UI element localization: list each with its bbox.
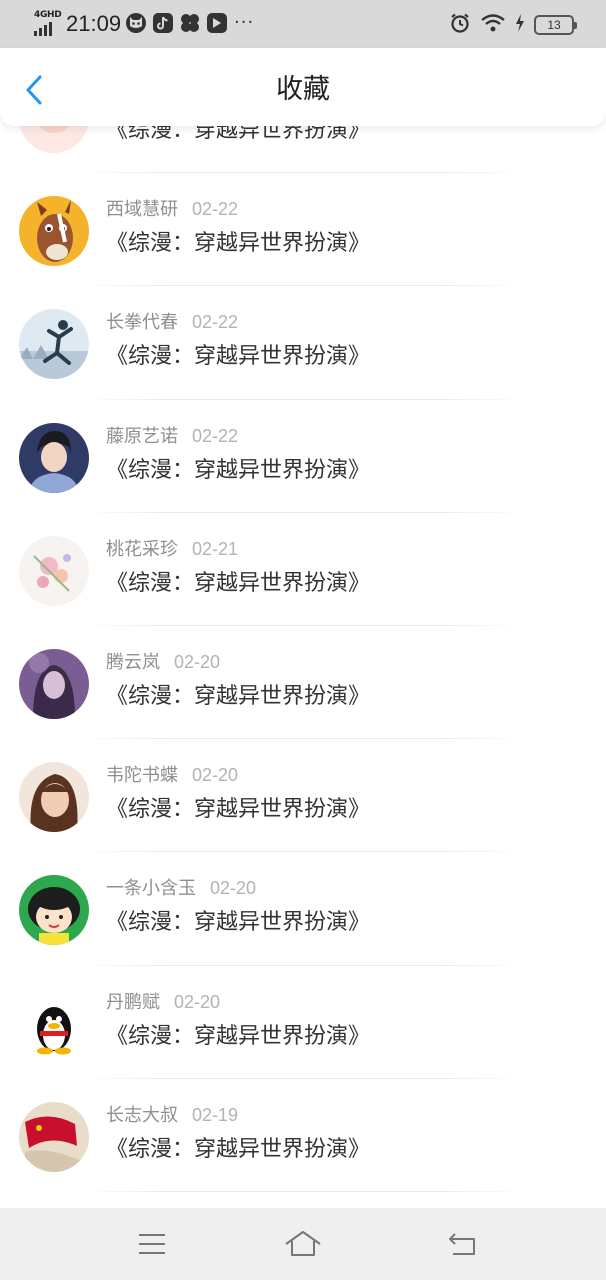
- username[interactable]: 腾云岚: [106, 652, 160, 673]
- battery-level: 13: [547, 18, 561, 32]
- system-nav-bar: [0, 1208, 606, 1280]
- avatar[interactable]: [19, 648, 89, 719]
- item-meta: 韦陀书蝶 02-20: [106, 763, 238, 788]
- list-item[interactable]: 韦陀书蝶 02-20 《综漫：穿越异世界扮演》: [0, 739, 606, 853]
- username[interactable]: 长拳代春: [106, 312, 178, 333]
- date: 02-20: [210, 878, 257, 899]
- pinwheel-icon: [180, 13, 200, 33]
- back-nav-icon: [449, 1233, 475, 1255]
- date: 02-20: [174, 651, 221, 672]
- book-title[interactable]: 《综漫：穿越异世界扮演》: [106, 1134, 370, 1166]
- favorites-list-content: 《综漫：穿越异世界扮演》 西域慧研 02-22 《综漫：穿越异世界扮演》 长拳代春 02-…: [0, 126, 606, 1192]
- signal-icon: 4GHD: [34, 10, 62, 36]
- wifi-icon: [480, 13, 506, 37]
- username[interactable]: 丹鹏赋: [106, 992, 160, 1013]
- clock: 21:09: [66, 11, 122, 36]
- book-title[interactable]: 《综漫：穿越异世界扮演》: [106, 907, 370, 939]
- username[interactable]: 长志大叔: [106, 1105, 178, 1126]
- more-notifications-icon: ···: [234, 12, 255, 33]
- list-item[interactable]: 腾云岚 02-20 《综漫：穿越异世界扮演》: [0, 626, 606, 740]
- date: 02-19: [192, 1104, 239, 1125]
- video-play-icon: [207, 13, 227, 33]
- date: 02-21: [192, 538, 239, 559]
- battery-icon: 13: [534, 15, 577, 35]
- list-item[interactable]: 一条小含玉 02-20 《综漫：穿越异世界扮演》: [0, 852, 606, 966]
- item-meta: 丹鹏赋 02-20: [106, 990, 220, 1015]
- list-item[interactable]: 长拳代春 02-22 《综漫：穿越异世界扮演》: [0, 286, 606, 400]
- list-item[interactable]: 丹鹏赋 02-20 《综漫：穿越异世界扮演》: [0, 966, 606, 1079]
- item-meta: 长志大叔 02-19: [106, 1103, 238, 1128]
- book-title[interactable]: 《综漫：穿越异世界扮演》: [106, 681, 370, 713]
- menu-button[interactable]: [132, 1226, 172, 1262]
- system-icons: 13: [449, 12, 577, 38]
- avatar[interactable]: [19, 875, 89, 946]
- book-title[interactable]: 《综漫：穿越异世界扮演》: [106, 228, 370, 260]
- status-bar: 4GHD 21:09 ··· 13: [0, 0, 606, 48]
- favorites-list[interactable]: 《综漫：穿越异世界扮演》 西域慧研 02-22 《综漫：穿越异世界扮演》 长拳代春 02-…: [0, 126, 606, 1208]
- avatar[interactable]: [19, 309, 89, 380]
- list-item[interactable]: 西域慧研 02-22 《综漫：穿越异世界扮演》: [0, 173, 606, 287]
- cat-face-icon: [126, 13, 146, 33]
- avatar[interactable]: [19, 196, 89, 267]
- list-item[interactable]: 桃花采珍 02-21 《综漫：穿越异世界扮演》: [0, 513, 606, 626]
- item-meta: 一条小含玉 02-20: [106, 876, 256, 901]
- notification-icons: ···: [126, 13, 254, 33]
- header: 收藏: [0, 48, 606, 126]
- item-meta: 长拳代春 02-22: [106, 310, 238, 335]
- item-meta: 藤原艺诺 02-22: [106, 424, 238, 449]
- date: 02-22: [192, 199, 239, 220]
- home-icon: [285, 1231, 321, 1256]
- douyin-icon: [153, 13, 173, 33]
- username[interactable]: 一条小含玉: [106, 878, 196, 899]
- username[interactable]: 桃花采珍: [106, 539, 178, 560]
- list-item[interactable]: 《综漫：穿越异世界扮演》: [0, 126, 606, 174]
- username[interactable]: 韦陀书蝶: [106, 765, 178, 786]
- charging-icon: [515, 14, 525, 36]
- item-meta: 腾云岚 02-20: [106, 650, 220, 675]
- username[interactable]: 西域慧研: [106, 199, 178, 220]
- back-nav-button[interactable]: [442, 1226, 482, 1262]
- book-title[interactable]: 《综漫：穿越异世界扮演》: [106, 794, 370, 826]
- avatar[interactable]: [19, 988, 89, 1059]
- avatar[interactable]: [19, 762, 89, 833]
- item-meta: 西域慧研 02-22: [106, 197, 238, 222]
- book-title[interactable]: 《综漫：穿越异世界扮演》: [106, 455, 370, 487]
- divider: [80, 1190, 526, 1192]
- date: 02-20: [192, 765, 239, 786]
- avatar[interactable]: [19, 535, 89, 606]
- list-item[interactable]: 长志大叔 02-19 《综漫：穿越异世界扮演》: [0, 1079, 606, 1192]
- avatar[interactable]: [19, 126, 89, 153]
- network-type: 4GHD: [34, 10, 62, 20]
- book-title[interactable]: 《综漫：穿越异世界扮演》: [106, 126, 370, 147]
- date: 02-22: [192, 312, 239, 333]
- page-title: 收藏: [276, 74, 330, 105]
- home-button[interactable]: [283, 1226, 323, 1262]
- alarm-icon: [449, 12, 471, 38]
- list-item[interactable]: 藤原艺诺 02-22 《综漫：穿越异世界扮演》: [0, 400, 606, 513]
- date: 02-22: [192, 425, 239, 446]
- avatar[interactable]: [19, 422, 89, 493]
- username[interactable]: 藤原艺诺: [106, 426, 178, 447]
- book-title[interactable]: 《综漫：穿越异世界扮演》: [106, 1021, 370, 1053]
- item-meta: 桃花采珍 02-21: [106, 537, 238, 562]
- date: 02-20: [174, 991, 221, 1012]
- menu-icon: [139, 1234, 165, 1254]
- book-title[interactable]: 《综漫：穿越异世界扮演》: [106, 568, 370, 600]
- avatar[interactable]: [19, 1101, 89, 1172]
- book-title[interactable]: 《综漫：穿越异世界扮演》: [106, 341, 370, 373]
